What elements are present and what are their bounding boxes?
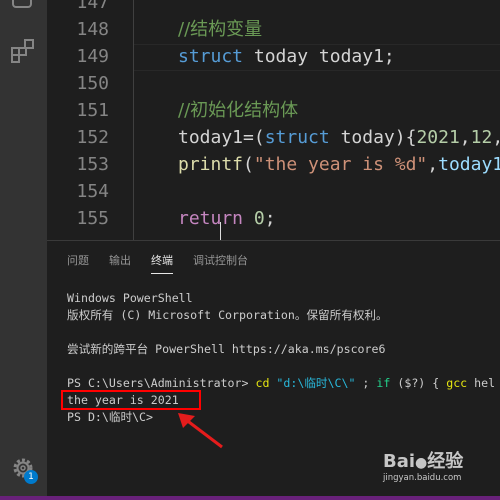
code-text: , bbox=[492, 127, 500, 148]
settings-badge: 1 bbox=[24, 470, 38, 484]
command: gcc bbox=[446, 376, 468, 390]
keyword: return bbox=[178, 208, 244, 229]
baidu-watermark-logo: Bai●经验 bbox=[383, 451, 464, 472]
annotation-arrow-icon bbox=[178, 413, 223, 449]
number: 2021 bbox=[416, 127, 460, 148]
code-editor[interactable]: 147 148 149 150 151 152 153 154 155 //结构… bbox=[47, 0, 500, 240]
keyword: struct bbox=[178, 46, 244, 67]
code-line: return 0; bbox=[178, 205, 276, 232]
line-number: 150 bbox=[76, 73, 109, 94]
code-text: today){ bbox=[329, 127, 417, 148]
code-comment: //结构变量 bbox=[178, 19, 263, 40]
code-text: today1=( bbox=[178, 127, 265, 148]
terminal-line: Windows PowerShell bbox=[67, 291, 193, 305]
variable: today1 bbox=[438, 154, 500, 175]
code-text: today today1; bbox=[243, 46, 395, 67]
code-text: , bbox=[427, 154, 439, 175]
keyword: struct bbox=[264, 127, 330, 148]
line-number: 149 bbox=[76, 46, 109, 67]
watermark-url: jingyan.baidu.com bbox=[383, 473, 462, 483]
command-keyword: if bbox=[376, 376, 391, 390]
terminal-line: 版权所有 (C) Microsoft Corporation。保留所有权利。 bbox=[67, 308, 388, 322]
tab-debug-console[interactable]: 调试控制台 bbox=[193, 252, 248, 268]
tab-terminal[interactable]: 终端 bbox=[151, 252, 173, 274]
terminal-line: 尝试新的跨平台 PowerShell https://aka.ms/pscore… bbox=[67, 342, 386, 356]
indent-guide bbox=[133, 0, 134, 240]
line-number: 148 bbox=[76, 19, 109, 40]
code-line: printf("the year is %d",today1 bbox=[178, 151, 500, 178]
line-number: 154 bbox=[76, 181, 109, 202]
code-text: ( bbox=[243, 154, 254, 175]
command-text: ; bbox=[355, 376, 377, 390]
code-line: today1=(struct today){2021,12, bbox=[178, 124, 500, 151]
code-text: , bbox=[459, 127, 471, 148]
command-text: hel bbox=[467, 376, 496, 390]
line-number: 155 bbox=[76, 208, 109, 229]
tab-problems[interactable]: 问题 bbox=[67, 252, 89, 268]
code-text: ; bbox=[264, 208, 276, 229]
status-bar bbox=[0, 496, 500, 500]
code-line: struct today today1; bbox=[178, 43, 395, 70]
command-arg: "d:\临时\C\" bbox=[269, 376, 356, 390]
prompt: PS C:\Users\Administrator> bbox=[67, 376, 256, 390]
line-number: 147 bbox=[76, 0, 109, 13]
annotation-highlight-box bbox=[61, 390, 201, 410]
terminal-prompt[interactable]: PS D:\临时\C> bbox=[67, 409, 153, 426]
command-text: ($?) { bbox=[390, 376, 447, 390]
extensions-icon[interactable] bbox=[10, 38, 36, 64]
code-comment: //初始化结构体 bbox=[178, 100, 299, 121]
function: printf bbox=[178, 154, 244, 175]
command: cd bbox=[255, 376, 270, 390]
text-cursor-icon bbox=[220, 222, 221, 240]
string: "the year is %d" bbox=[253, 154, 428, 175]
line-number: 151 bbox=[76, 100, 109, 121]
activity-bar: 1 bbox=[0, 0, 47, 496]
number: 0 bbox=[253, 208, 265, 229]
line-number: 153 bbox=[76, 154, 109, 175]
tab-output[interactable]: 输出 bbox=[109, 252, 131, 268]
number: 12 bbox=[470, 127, 493, 148]
debug-icon[interactable] bbox=[12, 0, 32, 8]
line-number: 152 bbox=[76, 127, 109, 148]
